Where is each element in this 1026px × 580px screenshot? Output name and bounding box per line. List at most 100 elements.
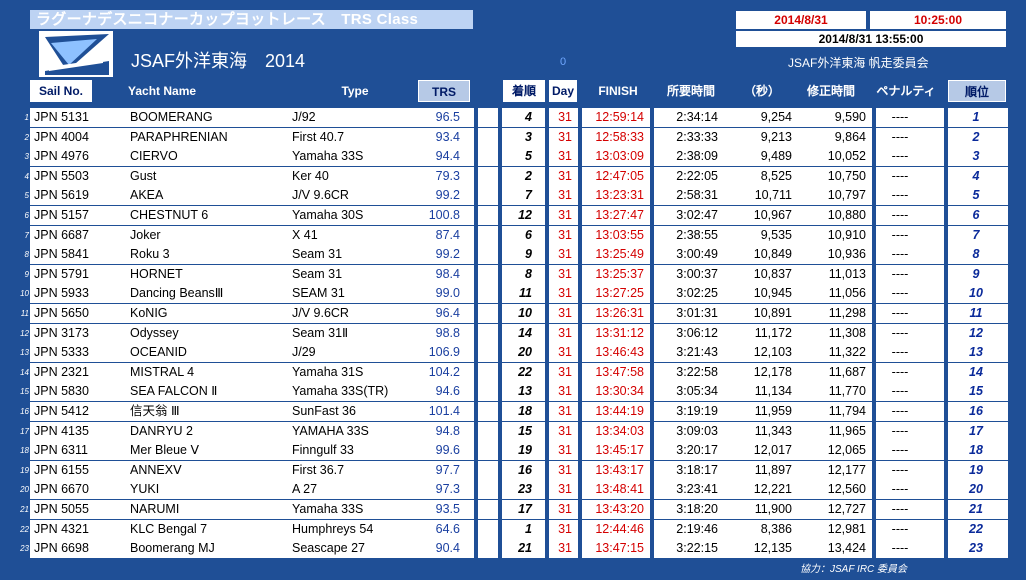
column-separator bbox=[474, 245, 478, 265]
yacht-type: Yamaha 33S(TR) bbox=[292, 384, 389, 399]
column-separator bbox=[944, 166, 948, 187]
finish-day: 31 bbox=[558, 384, 572, 399]
elapsed-seconds: 10,891 bbox=[753, 306, 792, 320]
corrected-time: 10,910 bbox=[827, 227, 866, 242]
row-number: 23 bbox=[20, 544, 29, 554]
final-rank: 2 bbox=[972, 129, 980, 144]
elapsed-time: 3:05:34 bbox=[676, 384, 718, 399]
arrival-order: 13 bbox=[518, 384, 532, 399]
yacht-name: Boomerang MJ bbox=[130, 541, 215, 556]
final-rank: 23 bbox=[969, 541, 983, 556]
race-start-time: 10:25:00 bbox=[870, 11, 1006, 29]
column-separator bbox=[872, 127, 876, 148]
col-yacht-name: Yacht Name bbox=[128, 84, 197, 98]
arrival-order: 23 bbox=[518, 482, 532, 497]
table-row: 3 JPN 4976 CIERVO Yamaha 33S 94.4 5 31 13:03:09… bbox=[0, 147, 1026, 167]
row-number: 13 bbox=[20, 348, 29, 358]
table-row: 11 JPN 5650 KoNIG J/V 9.6CR 96.4 10 31 13:26:31… bbox=[0, 304, 1026, 324]
elapsed-seconds: 8,525 bbox=[760, 168, 792, 183]
table-row: 20 JPN 6670 YUKI A 27 97.3 23 31 13:48:41 3:23:4… bbox=[0, 480, 1026, 500]
finish-day: 31 bbox=[558, 247, 572, 262]
finish-day: 31 bbox=[558, 345, 572, 360]
yacht-type: X 41 bbox=[292, 227, 318, 242]
trs-rating: 99.2 bbox=[435, 247, 460, 262]
column-separator bbox=[474, 264, 478, 285]
row-number: 11 bbox=[20, 309, 29, 318]
trs-rating: 98.8 bbox=[435, 325, 460, 340]
finish-time: 13:34:03 bbox=[595, 423, 644, 438]
corrected-time: 10,052 bbox=[827, 149, 866, 164]
column-separator bbox=[872, 441, 876, 461]
column-separator bbox=[872, 147, 876, 167]
column-separator bbox=[474, 186, 478, 206]
column-separator bbox=[872, 225, 876, 246]
finish-day: 31 bbox=[558, 168, 572, 183]
finish-time: 13:25:37 bbox=[595, 266, 644, 281]
race-title: ラグーナデスニコナーカップヨットレース TRS Class bbox=[30, 10, 473, 29]
finish-time: 13:30:34 bbox=[595, 384, 644, 399]
race-date: 2014/8/31 bbox=[736, 11, 866, 29]
row-number: 15 bbox=[20, 387, 29, 397]
yacht-name: Roku 3 bbox=[130, 247, 170, 262]
column-separator bbox=[944, 323, 948, 344]
elapsed-time: 3:23:41 bbox=[676, 482, 718, 497]
arrival-order: 2 bbox=[525, 168, 532, 183]
table-row: 12 JPN 3173 Odyssey Seam 31Ⅱ 98.8 14 31 13:31:1… bbox=[0, 323, 1026, 344]
jsaf-logo-icon bbox=[39, 31, 113, 77]
corrected-time: 10,936 bbox=[827, 247, 866, 262]
final-rank: 13 bbox=[969, 345, 983, 360]
yacht-type: YAMAHA 33S bbox=[292, 423, 369, 438]
penalty: ---- bbox=[891, 266, 909, 281]
arrival-order: 16 bbox=[518, 462, 532, 477]
finish-time: 13:45:17 bbox=[595, 443, 644, 458]
elapsed-time: 2:58:31 bbox=[676, 188, 718, 203]
finish-time: 13:43:17 bbox=[595, 462, 644, 477]
final-rank: 20 bbox=[969, 482, 983, 497]
table-row: 2 JPN 4004 PARAPHRENIAN First 40.7 93.4 3 31 12… bbox=[0, 127, 1026, 148]
row-number: 12 bbox=[20, 328, 29, 338]
penalty: ---- bbox=[891, 149, 909, 164]
arrival-order: 3 bbox=[525, 129, 532, 144]
row-number: 20 bbox=[20, 485, 29, 495]
trs-rating: 99.0 bbox=[435, 286, 460, 301]
column-separator bbox=[944, 421, 948, 442]
column-separator bbox=[872, 519, 876, 540]
column-separator bbox=[474, 225, 478, 246]
column-separator bbox=[944, 460, 948, 481]
trs-rating: 94.4 bbox=[435, 149, 460, 164]
trs-rating: 104.2 bbox=[428, 364, 460, 379]
arrival-order: 20 bbox=[518, 345, 532, 360]
yacht-name: HORNET bbox=[130, 266, 183, 281]
finish-time: 13:27:25 bbox=[595, 286, 644, 301]
column-separator bbox=[872, 421, 876, 442]
arrival-order: 17 bbox=[518, 502, 532, 516]
elapsed-seconds: 11,343 bbox=[754, 423, 792, 438]
column-headers: Sail No. Yacht Name Type TRS 着順 Day FINI… bbox=[0, 79, 1026, 103]
row-number: 14 bbox=[20, 367, 29, 377]
sail-number: JPN 5333 bbox=[34, 345, 89, 360]
column-separator bbox=[474, 147, 478, 167]
finish-day: 31 bbox=[558, 423, 572, 438]
column-separator bbox=[944, 500, 948, 520]
final-rank: 16 bbox=[969, 404, 983, 418]
col-rank: 順位 bbox=[948, 80, 1006, 102]
penalty: ---- bbox=[891, 521, 909, 536]
column-separator bbox=[872, 480, 876, 500]
elapsed-seconds: 11,134 bbox=[754, 384, 792, 399]
sail-number: JPN 5131 bbox=[34, 110, 89, 124]
elapsed-time: 3:01:31 bbox=[676, 306, 718, 320]
finish-day: 31 bbox=[558, 208, 572, 222]
elapsed-time: 2:38:55 bbox=[676, 227, 718, 242]
finish-time: 12:47:05 bbox=[595, 168, 644, 183]
finish-time: 13:25:49 bbox=[595, 247, 644, 262]
column-separator bbox=[872, 186, 876, 206]
elapsed-seconds: 10,849 bbox=[753, 247, 792, 262]
finish-time: 13:44:19 bbox=[595, 404, 644, 418]
yacht-type: J/V 9.6CR bbox=[292, 188, 349, 203]
row-number: 6 bbox=[24, 211, 29, 220]
column-separator bbox=[474, 284, 478, 304]
column-separator bbox=[944, 441, 948, 461]
yacht-name: SEA FALCON Ⅱ bbox=[130, 384, 218, 399]
elapsed-seconds: 8,386 bbox=[760, 521, 792, 536]
elapsed-time: 3:20:17 bbox=[676, 443, 718, 458]
